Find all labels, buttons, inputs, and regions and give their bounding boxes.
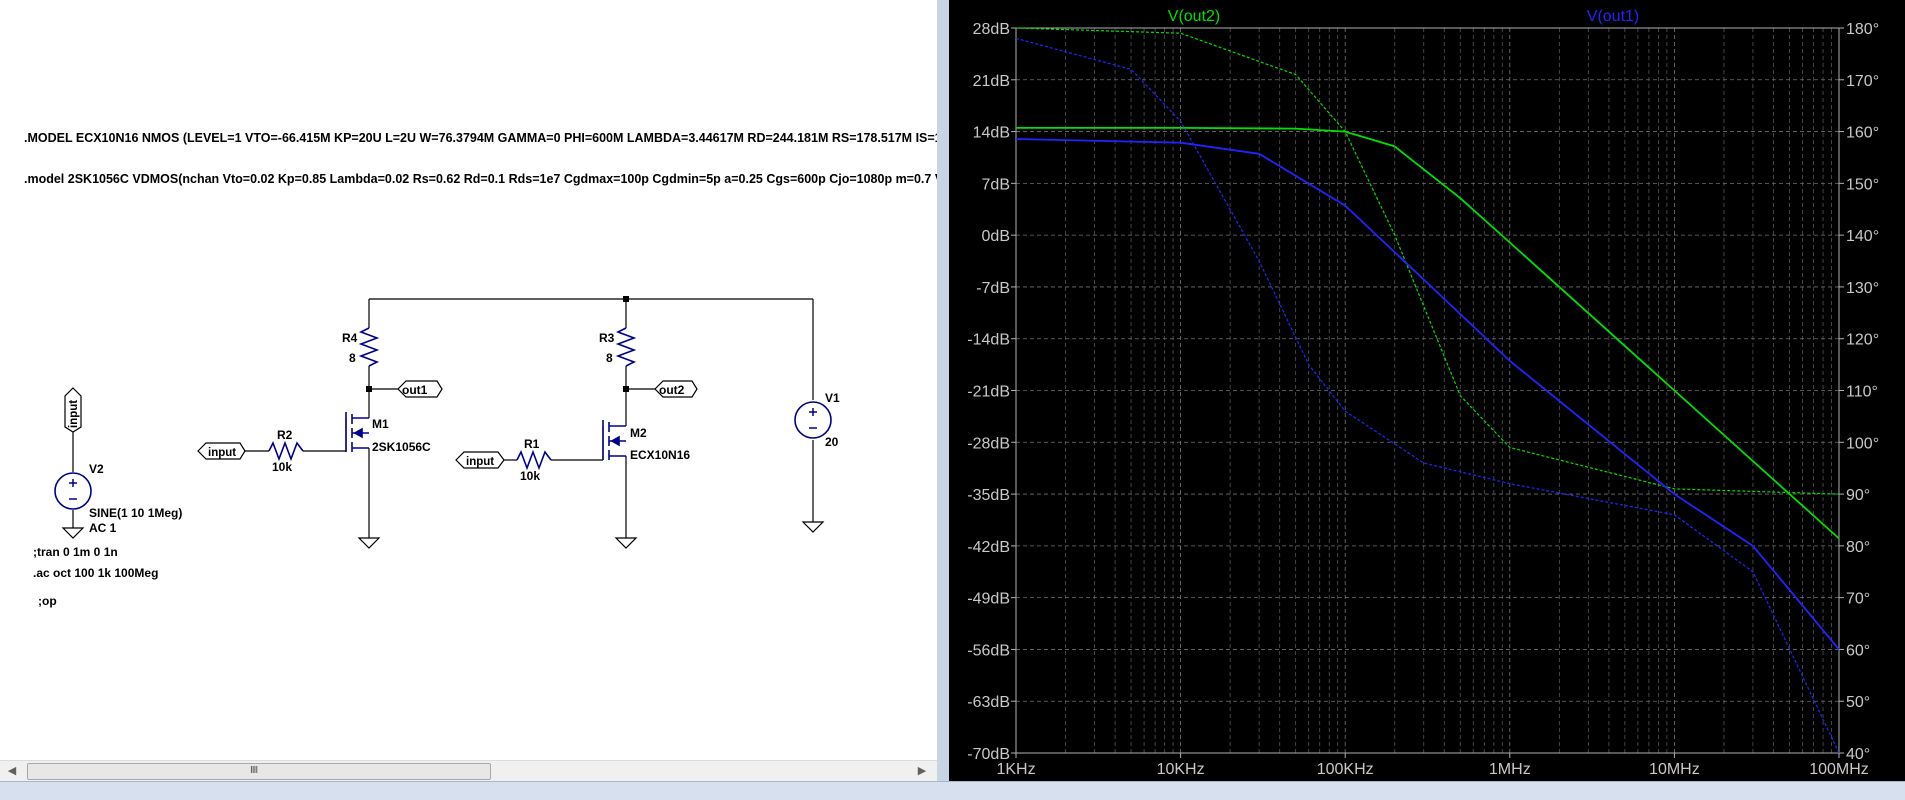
ground-symbols [61,521,825,549]
model-ecx10n16-directive[interactable]: .MODEL ECX10N16 NMOS (LEVEL=1 VTO=-66.41… [24,131,937,145]
scrollbar-grip: IIII [250,765,258,776]
op-directive[interactable]: ;op [38,594,57,608]
v1-value[interactable]: 20 [825,435,839,449]
r2-name[interactable]: R2 [277,428,293,442]
v1-voltage-source[interactable] [794,401,832,439]
r3-name[interactable]: R3 [599,331,615,345]
m1-value[interactable]: 2SK1056C [372,440,431,454]
junction-dots [366,296,629,392]
y-left-tick-label: 14dB [973,125,1010,142]
r3-resistor[interactable] [615,327,637,367]
y-left-tick-label: -14dB [967,332,1010,349]
y-right-tick-label: 180° [1846,21,1879,38]
y-right-tick-labels: 180° 170° 160° 150° 140° 130° 120° 110° 100° 90° 8… [1846,21,1879,763]
scroll-right-arrow-icon[interactable]: ▶ [913,761,931,781]
y-left-tick-label: -49dB [967,591,1010,608]
input-net-label-r2[interactable]: input [208,447,236,459]
y-left-tick-label: -63dB [967,694,1010,711]
y-right-tick-label: 70° [1846,591,1870,608]
y-right-tick-label: 50° [1846,694,1870,711]
y-left-tick-label: -35dB [967,487,1010,504]
wires [72,298,814,538]
y-right-tick-label: 60° [1846,642,1870,659]
y-left-tick-label: 7dB [982,176,1010,193]
y-right-tick-label: 80° [1846,539,1870,556]
r1-value[interactable]: 10k [520,469,540,483]
y-right-tick-label: 100° [1846,435,1879,452]
v1-name[interactable]: V1 [825,391,840,405]
m1-mosfet[interactable] [345,412,369,452]
legend-v-out1[interactable]: V(out1) [1587,8,1639,25]
m1-name[interactable]: M1 [372,417,389,431]
x-tick-label: 1MHz [1489,761,1531,778]
x-tick-label: 10KHz [1157,761,1205,778]
y-right-tick-label: 170° [1846,73,1879,90]
r1-name[interactable]: R1 [524,437,540,451]
v-out2-magnitude-trace[interactable] [1016,127,1840,540]
scrollbar-thumb[interactable]: IIII [27,763,491,780]
tran-directive[interactable]: ;tran 0 1m 0 1n [33,545,118,559]
legend-v-out2[interactable]: V(out2) [1168,8,1220,25]
v-out2-phase-trace[interactable] [1015,27,1840,495]
y-right-tick-label: 110° [1846,384,1878,401]
y-left-tick-labels: 28dB 21dB 14dB 7dB 0dB -7dB -14dB -21dB -28dB -35… [967,21,1010,763]
v2-value[interactable]: SINE(1 10 1Meg) [89,506,182,520]
y-left-tick-label: 0dB [982,228,1010,245]
y-right-tick-label: 160° [1846,125,1879,142]
v2-name[interactable]: V2 [89,462,104,476]
waveform-viewer[interactable]: 28dB 21dB 14dB 7dB 0dB -7dB -14dB -21dB -28dB -35… [949,0,1905,781]
y-left-tick-label: -28dB [967,435,1010,452]
r4-resistor[interactable] [358,327,380,367]
y-right-tick-label: 130° [1846,280,1879,297]
r3-value[interactable]: 8 [606,351,613,365]
schematic-canvas[interactable]: .MODEL ECX10N16 NMOS (LEVEL=1 VTO=-66.41… [0,0,938,766]
horizontal-scrollbar[interactable]: ◀ IIII ▶ [0,760,937,781]
y-right-tick-label: 140° [1846,228,1879,245]
ac-directive[interactable]: .ac oct 100 1k 100Meg [33,566,158,580]
x-tick-label: 100KHz [1317,761,1374,778]
plot-grid [1016,28,1839,753]
v2-voltage-source[interactable] [54,472,92,510]
x-tick-label: 10MHz [1649,761,1700,778]
y-left-tick-label: 28dB [973,21,1010,38]
y-left-tick-label: 21dB [973,73,1010,90]
x-tick-labels: 1KHz 10KHz 100KHz 1MHz 10MHz 100MHz [996,753,1869,778]
x-tick-label: 1KHz [996,761,1035,778]
y-left-tick-label: -21dB [967,384,1010,401]
r2-value[interactable]: 10k [272,460,292,474]
x-tick-label: 100MHz [1809,761,1869,778]
bode-plot[interactable]: 28dB 21dB 14dB 7dB 0dB -7dB -14dB -21dB -28dB -35… [949,0,1905,781]
status-bar [0,781,1905,800]
y-left-tick-label: -42dB [967,539,1010,556]
model-2sk1056c-directive[interactable]: .model 2SK1056C VDMOS(nchan Vto=0.02 Kp=… [24,172,937,186]
y-right-tick-label: 150° [1846,176,1879,193]
v-out1-magnitude-trace[interactable] [1015,138,1840,650]
r1-resistor[interactable] [516,449,552,471]
out2-net-label[interactable]: out2 [659,383,685,397]
out1-net-label[interactable]: out1 [402,383,428,397]
y-right-tick-label: 90° [1846,487,1870,504]
m2-mosfet[interactable] [602,420,626,460]
y-left-tick-label: -7dB [976,280,1010,297]
schematic-drawing[interactable]: .MODEL ECX10N16 NMOS (LEVEL=1 VTO=-66.41… [0,0,937,760]
y-left-tick-label: -56dB [967,642,1010,659]
input-net-label-r1[interactable]: input [466,456,494,468]
r4-value[interactable]: 8 [349,351,356,365]
plot-traces [1015,27,1840,754]
scroll-left-arrow-icon[interactable]: ◀ [3,761,21,781]
r2-resistor[interactable] [268,440,304,462]
plot-border [1015,27,1840,754]
v2-ac-value[interactable]: AC 1 [89,521,117,535]
r4-name[interactable]: R4 [342,331,358,345]
m2-value[interactable]: ECX10N16 [630,448,690,462]
pane-divider[interactable] [937,0,949,800]
v-out1-phase-trace[interactable] [1015,37,1840,754]
y-right-tick-label: 120° [1846,332,1879,349]
input-net-label-v2[interactable]: input [68,400,80,428]
m2-name[interactable]: M2 [630,426,647,440]
